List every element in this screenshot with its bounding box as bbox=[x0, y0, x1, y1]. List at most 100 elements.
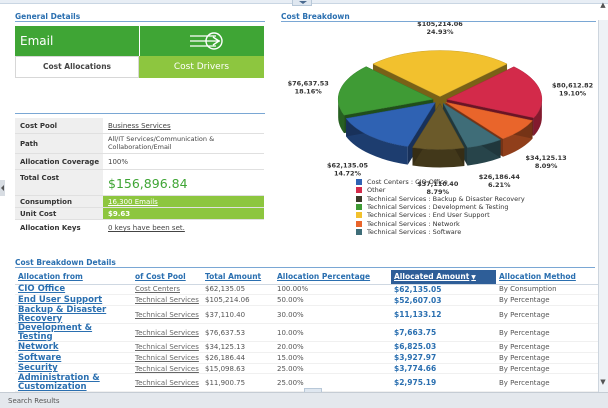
legend-label: Cost Centers : CIO Office bbox=[367, 178, 448, 186]
legend-swatch bbox=[356, 203, 362, 210]
pie-label-percent: 14.72% bbox=[334, 170, 362, 178]
legend-label: Technical Services : Backup & Disaster R… bbox=[367, 195, 525, 203]
scroll-down-arrow-icon[interactable]: ▼ bbox=[598, 376, 608, 388]
legend-swatch bbox=[356, 211, 362, 218]
tab-cost-allocations[interactable]: Cost Allocations bbox=[15, 56, 139, 78]
column-header-allocation-method[interactable]: Allocation Method bbox=[496, 270, 605, 285]
sort-desc-icon[interactable]: ▼ bbox=[471, 274, 476, 281]
allocation-percentage-cell: 100.00% bbox=[274, 284, 391, 296]
allocation-from-link[interactable]: CIO Office bbox=[15, 284, 132, 296]
detail-row-coverage: Allocation Coverage 100% bbox=[15, 154, 264, 170]
legend-item-network: Technical Services : Network bbox=[356, 220, 556, 228]
table-row: CIO Office Cost Centers $62,135.05 100.0… bbox=[15, 284, 605, 296]
pie-label-percent: 24.93% bbox=[426, 28, 454, 36]
table-row: Network Technical Services $34,125.13 20… bbox=[15, 341, 605, 353]
driver-arrow-icon bbox=[190, 32, 223, 50]
allocation-percentage-cell: 50.00% bbox=[274, 294, 391, 307]
allocation-from-link[interactable]: End User Support bbox=[15, 294, 132, 307]
column-header-allocated-amount[interactable]: Allocated Amount ▼ bbox=[391, 270, 496, 285]
allocation-percentage-cell: 25.00% bbox=[274, 363, 391, 375]
legend-swatch bbox=[356, 195, 362, 202]
cost-pool-cell[interactable]: Technical Services bbox=[132, 341, 202, 353]
legend-item-end-user-support: Technical Services : End User Support bbox=[356, 211, 556, 219]
allocation-keys-link[interactable]: 0 keys have been set. bbox=[108, 224, 185, 232]
side-panel-toggle[interactable] bbox=[0, 180, 5, 196]
legend-label: Technical Services : Development & Testi… bbox=[367, 203, 509, 211]
consumption-link[interactable]: 16,300 Emails bbox=[108, 198, 158, 206]
consumption-label: Consumption bbox=[15, 196, 103, 207]
total-cost-value: $156,896.84 bbox=[108, 176, 188, 191]
allocation-from-link[interactable]: Backup & Disaster Recovery bbox=[15, 305, 132, 325]
legend-label: Technical Services : End User Support bbox=[367, 211, 490, 219]
allocated-amount-header-label: Allocated Amount bbox=[394, 272, 470, 282]
allocation-method-cell: By Percentage bbox=[496, 341, 605, 353]
cost-pool-cell[interactable]: Technical Services bbox=[132, 294, 202, 307]
allocated-amount-cell: $11,133.12 bbox=[391, 305, 496, 325]
allocation-from-link[interactable]: Software bbox=[15, 352, 132, 364]
tab-cost-drivers[interactable]: Cost Drivers bbox=[139, 56, 264, 78]
legend-swatch bbox=[356, 186, 362, 193]
pie-label-percent: 8.09% bbox=[535, 162, 558, 170]
legend-item-other: Other bbox=[356, 186, 556, 194]
status-bar: Search Results bbox=[0, 392, 608, 408]
column-header-allocation-from[interactable]: Allocation from bbox=[15, 270, 132, 285]
pie-label-amount: $80,612.82 bbox=[552, 81, 593, 89]
allocation-method-cell: By Percentage bbox=[496, 363, 605, 375]
column-header-allocation-percentage[interactable]: Allocation Percentage bbox=[274, 270, 391, 285]
allocation-from-link[interactable]: Security bbox=[15, 363, 132, 375]
allocation-from-link[interactable]: Administration & Customization bbox=[15, 373, 132, 393]
cost-pool-cell[interactable]: Technical Services bbox=[132, 323, 202, 343]
column-header-cost-pool[interactable]: of Cost Pool bbox=[132, 270, 202, 285]
allocation-method-cell: By Percentage bbox=[496, 294, 605, 307]
cost-pool-cell[interactable]: Technical Services bbox=[132, 363, 202, 375]
allocated-amount-cell: $52,607.03 bbox=[391, 294, 496, 307]
legend-item-dev-testing: Technical Services : Development & Testi… bbox=[356, 203, 556, 211]
unit-cost-value: $9.63 bbox=[103, 208, 264, 219]
cost-pool-cell[interactable]: Technical Services bbox=[132, 373, 202, 393]
total-amount-cell: $15,098.63 bbox=[202, 363, 274, 375]
cost-pool-link[interactable]: Business Services bbox=[108, 122, 171, 130]
details-table-divider bbox=[15, 267, 595, 268]
cost-breakdown-table: Allocation from of Cost Pool Total Amoun… bbox=[15, 270, 605, 393]
total-amount-cell: $105,214.06 bbox=[202, 294, 274, 307]
cost-pool-cell[interactable]: Cost Centers bbox=[132, 284, 202, 296]
legend-swatch bbox=[356, 178, 362, 185]
driver-icon-tile bbox=[139, 26, 264, 56]
total-cost-label: Total Cost bbox=[15, 170, 103, 195]
allocation-method-cell: By Percentage bbox=[496, 352, 605, 364]
allocated-amount-cell: $3,774.66 bbox=[391, 363, 496, 375]
allocated-amount-cell: $3,927.97 bbox=[391, 352, 496, 364]
detail-row-unit-cost: Unit Cost $9.63 bbox=[15, 208, 264, 220]
cost-pool-title: Email bbox=[15, 26, 139, 56]
cost-pool-cell[interactable]: Technical Services bbox=[132, 305, 202, 325]
allocation-percentage-cell: 25.00% bbox=[274, 373, 391, 393]
allocation-keys-label: Allocation Keys bbox=[15, 222, 103, 234]
legend-item-backup: Technical Services : Backup & Disaster R… bbox=[356, 195, 556, 203]
cost-pool-cell[interactable]: Technical Services bbox=[132, 352, 202, 364]
collapse-top-toggle[interactable] bbox=[292, 0, 312, 6]
allocation-percentage-cell: 30.00% bbox=[274, 305, 391, 325]
pie-label-amount: $62,135.05 bbox=[327, 162, 369, 170]
column-header-total-amount[interactable]: Total Amount bbox=[202, 270, 274, 285]
legend-label: Technical Services : Network bbox=[367, 220, 460, 228]
scroll-up-arrow-icon[interactable]: ▲ bbox=[598, 0, 608, 10]
allocation-from-link[interactable]: Network bbox=[15, 341, 132, 353]
general-details-divider bbox=[15, 21, 265, 22]
path-value: All/IT Services/Communication & Collabor… bbox=[108, 135, 215, 151]
coverage-value: 100% bbox=[108, 158, 129, 166]
table-row: Software Technical Services $26,186.44 1… bbox=[15, 352, 605, 364]
legend-item-cio-office: Cost Centers : CIO Office bbox=[356, 178, 556, 186]
cost-breakdown-details-title: Cost Breakdown Details bbox=[15, 258, 116, 267]
total-amount-cell: $34,125.13 bbox=[202, 341, 274, 353]
allocation-percentage-cell: 10.00% bbox=[274, 323, 391, 343]
unit-cost-label: Unit Cost bbox=[15, 208, 103, 219]
path-label: Path bbox=[15, 134, 103, 153]
allocated-amount-cell: $62,135.05 bbox=[391, 284, 496, 296]
legend-label: Technical Services : Software bbox=[367, 228, 462, 236]
total-amount-cell: $37,110.40 bbox=[202, 305, 274, 325]
detail-row-cost-pool: Cost Pool Business Services bbox=[15, 118, 264, 134]
vertical-scrollbar[interactable] bbox=[598, 20, 608, 392]
details-divider bbox=[15, 113, 265, 114]
allocation-from-link[interactable]: Development & Testing bbox=[15, 323, 132, 343]
coverage-label: Allocation Coverage bbox=[15, 154, 103, 169]
